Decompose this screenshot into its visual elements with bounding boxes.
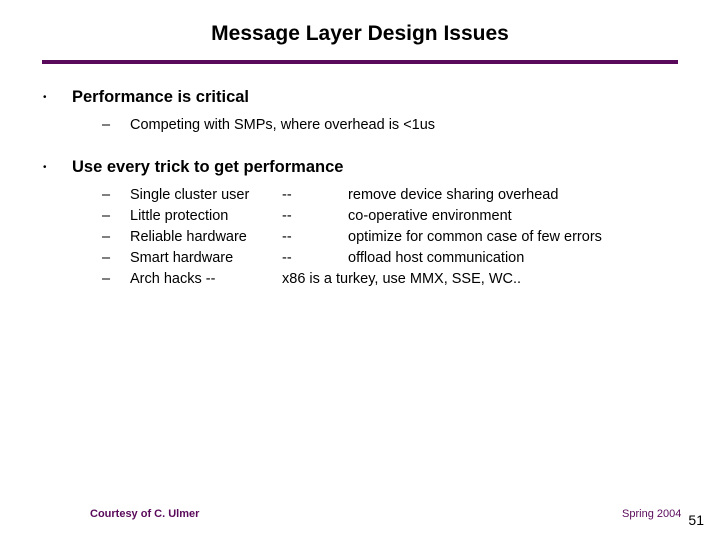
title-rule xyxy=(42,60,678,64)
page-number: 51 xyxy=(688,512,704,528)
courtesy-text: Courtesy of C. Ulmer xyxy=(90,508,199,520)
dash-icon: – xyxy=(102,248,130,269)
footer: Courtesy of C. Ulmer Spring 2004 51 xyxy=(0,504,720,520)
dash-icon: – xyxy=(102,115,130,136)
sub-right: -- optimize for common case of few error… xyxy=(282,227,678,248)
bullet-1-sub: – Competing with SMPs, where overhead is… xyxy=(102,115,678,136)
slide: Message Layer Design Issues · Performanc… xyxy=(0,0,720,540)
sub-right: -- offload host communication xyxy=(282,248,678,269)
list-item: – Smart hardware -- offload host communi… xyxy=(102,248,678,269)
sub-right: -- remove device sharing overhead xyxy=(282,185,678,206)
bullet-2-heading: Use every trick to get performance xyxy=(72,158,343,177)
bullet-1: · Performance is critical xyxy=(42,88,678,107)
sub-left: Reliable hardware xyxy=(130,227,282,248)
bullet-icon: · xyxy=(42,88,72,107)
bullet-2: · Use every trick to get performance xyxy=(42,158,678,177)
sub-right: -- co-operative environment xyxy=(282,206,678,227)
list-item: – Competing with SMPs, where overhead is… xyxy=(102,115,678,136)
dash-icon: – xyxy=(102,185,130,206)
list-item: – Little protection -- co-operative envi… xyxy=(102,206,678,227)
list-item: – Reliable hardware -- optimize for comm… xyxy=(102,227,678,248)
sub-right: x86 is a turkey, use MMX, SSE, WC.. xyxy=(282,269,678,290)
sub-left: Arch hacks -- xyxy=(130,269,282,290)
sub-left: Smart hardware xyxy=(130,248,282,269)
list-item: – Arch hacks -- x86 is a turkey, use MMX… xyxy=(102,269,678,290)
dash-icon: – xyxy=(102,206,130,227)
sub-text: Competing with SMPs, where overhead is <… xyxy=(130,115,435,136)
sub-left: Little protection xyxy=(130,206,282,227)
footer-right: Spring 2004 51 xyxy=(622,504,704,520)
sub-left: Single cluster user xyxy=(130,185,282,206)
slide-title: Message Layer Design Issues xyxy=(42,22,678,46)
dash-icon: – xyxy=(102,227,130,248)
bullet-icon: · xyxy=(42,158,72,177)
bullet-2-sub: – Single cluster user -- remove device s… xyxy=(102,185,678,290)
dash-icon: – xyxy=(102,269,130,290)
term-text: Spring 2004 xyxy=(622,508,681,520)
bullet-1-heading: Performance is critical xyxy=(72,88,249,107)
list-item: – Single cluster user -- remove device s… xyxy=(102,185,678,206)
